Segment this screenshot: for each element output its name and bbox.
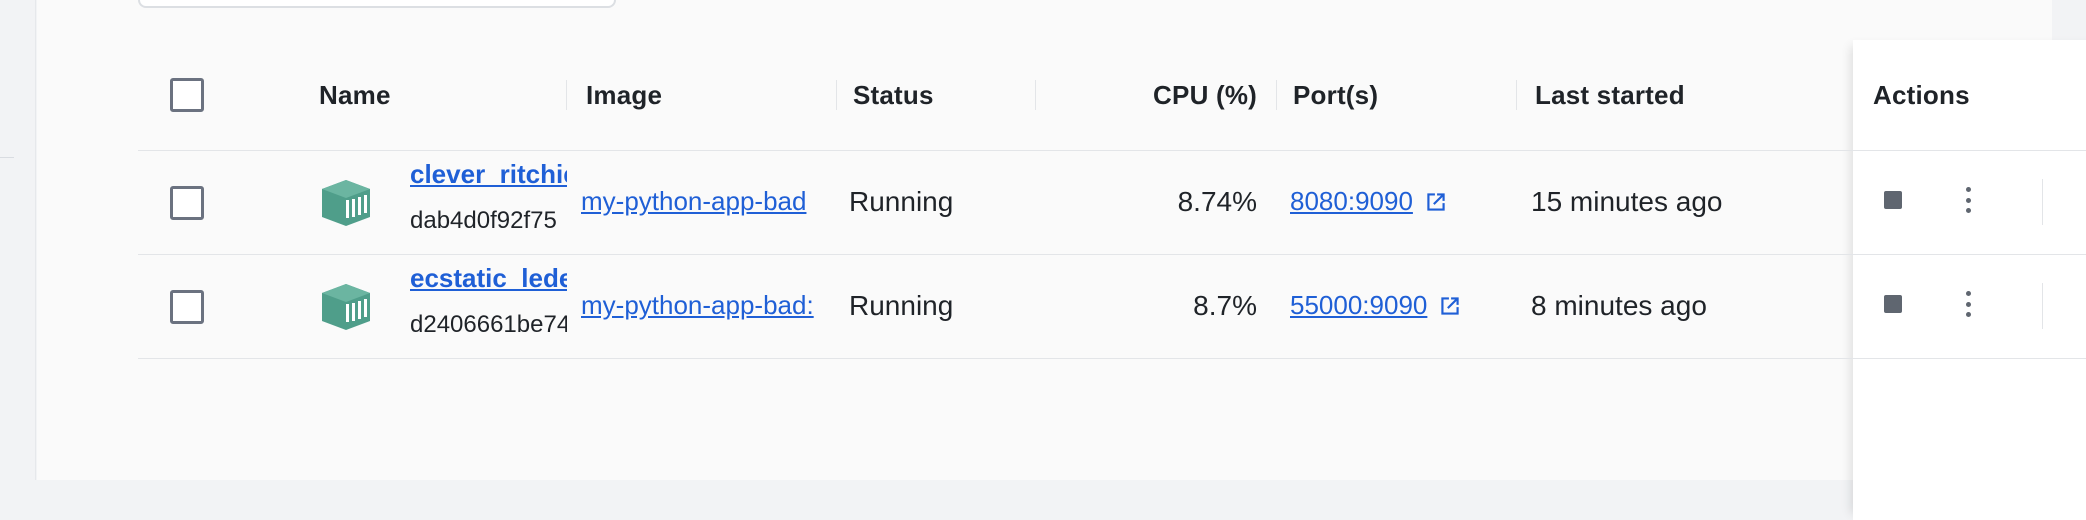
table-row[interactable]: ecstatic_leder d2406661be74 my-python-ap… — [138, 255, 2053, 359]
stop-icon[interactable] — [1884, 295, 1902, 313]
container-id: d2406661be74 — [410, 311, 567, 338]
container-cube-icon — [322, 180, 370, 226]
column-header-last-started[interactable]: Last started — [1535, 40, 1685, 151]
port-link[interactable]: 55000:9090 — [1290, 290, 1427, 321]
gutter-divider — [0, 157, 14, 158]
action-divider — [2042, 179, 2043, 225]
container-name-link[interactable]: clever_ritchie — [410, 159, 567, 190]
last-started: 15 minutes ago — [1531, 186, 1723, 217]
column-resize-handle[interactable] — [566, 80, 567, 110]
column-resize-handle[interactable] — [836, 80, 837, 110]
column-header-name[interactable]: Name — [319, 40, 391, 151]
image-link[interactable]: my-python-app-bad: — [581, 290, 833, 321]
containers-table: Actions Name Image Status CPU (%) Port(s… — [138, 40, 2086, 520]
container-name-link[interactable]: ecstatic_leder — [410, 263, 567, 294]
image-link[interactable]: my-python-app-bad — [581, 186, 833, 217]
column-header-ports[interactable]: Port(s) — [1293, 40, 1378, 151]
table-row[interactable]: clever_ritchie dab4d0f92f75 my-python-ap… — [138, 151, 2053, 255]
row-checkbox[interactable] — [170, 186, 204, 220]
left-gutter — [0, 0, 36, 480]
column-header-cpu[interactable]: CPU (%) — [1088, 40, 1257, 151]
container-cube-icon — [322, 284, 370, 330]
search-input[interactable] — [138, 0, 616, 8]
last-started: 8 minutes ago — [1531, 290, 1707, 321]
containers-panel: Actions Name Image Status CPU (%) Port(s… — [37, 0, 2086, 520]
port-mapping[interactable]: 8080:9090 — [1290, 186, 1449, 217]
cpu-usage: 8.7% — [1193, 290, 1257, 321]
row-checkbox[interactable] — [170, 290, 204, 324]
table-header-row: Name Image Status CPU (%) Port(s) Last s… — [138, 40, 2053, 151]
column-header-status[interactable]: Status — [853, 40, 934, 151]
select-all-checkbox[interactable] — [170, 78, 204, 112]
action-divider — [2042, 283, 2043, 329]
container-id: dab4d0f92f75 — [410, 207, 557, 234]
column-resize-handle[interactable] — [1276, 80, 1277, 110]
column-resize-handle[interactable] — [1516, 80, 1517, 110]
external-link-icon[interactable] — [1437, 293, 1463, 319]
cpu-usage: 8.74% — [1177, 186, 1257, 217]
port-mapping[interactable]: 55000:9090 — [1290, 290, 1463, 321]
stop-icon[interactable] — [1884, 191, 1902, 209]
status-text: Running — [849, 186, 954, 217]
column-header-image[interactable]: Image — [586, 40, 662, 151]
external-link-icon[interactable] — [1423, 189, 1449, 215]
more-vertical-icon[interactable] — [1962, 287, 1974, 321]
status-text: Running — [849, 290, 954, 321]
port-link[interactable]: 8080:9090 — [1290, 186, 1413, 217]
more-vertical-icon[interactable] — [1962, 183, 1974, 217]
column-resize-handle[interactable] — [1035, 80, 1036, 110]
